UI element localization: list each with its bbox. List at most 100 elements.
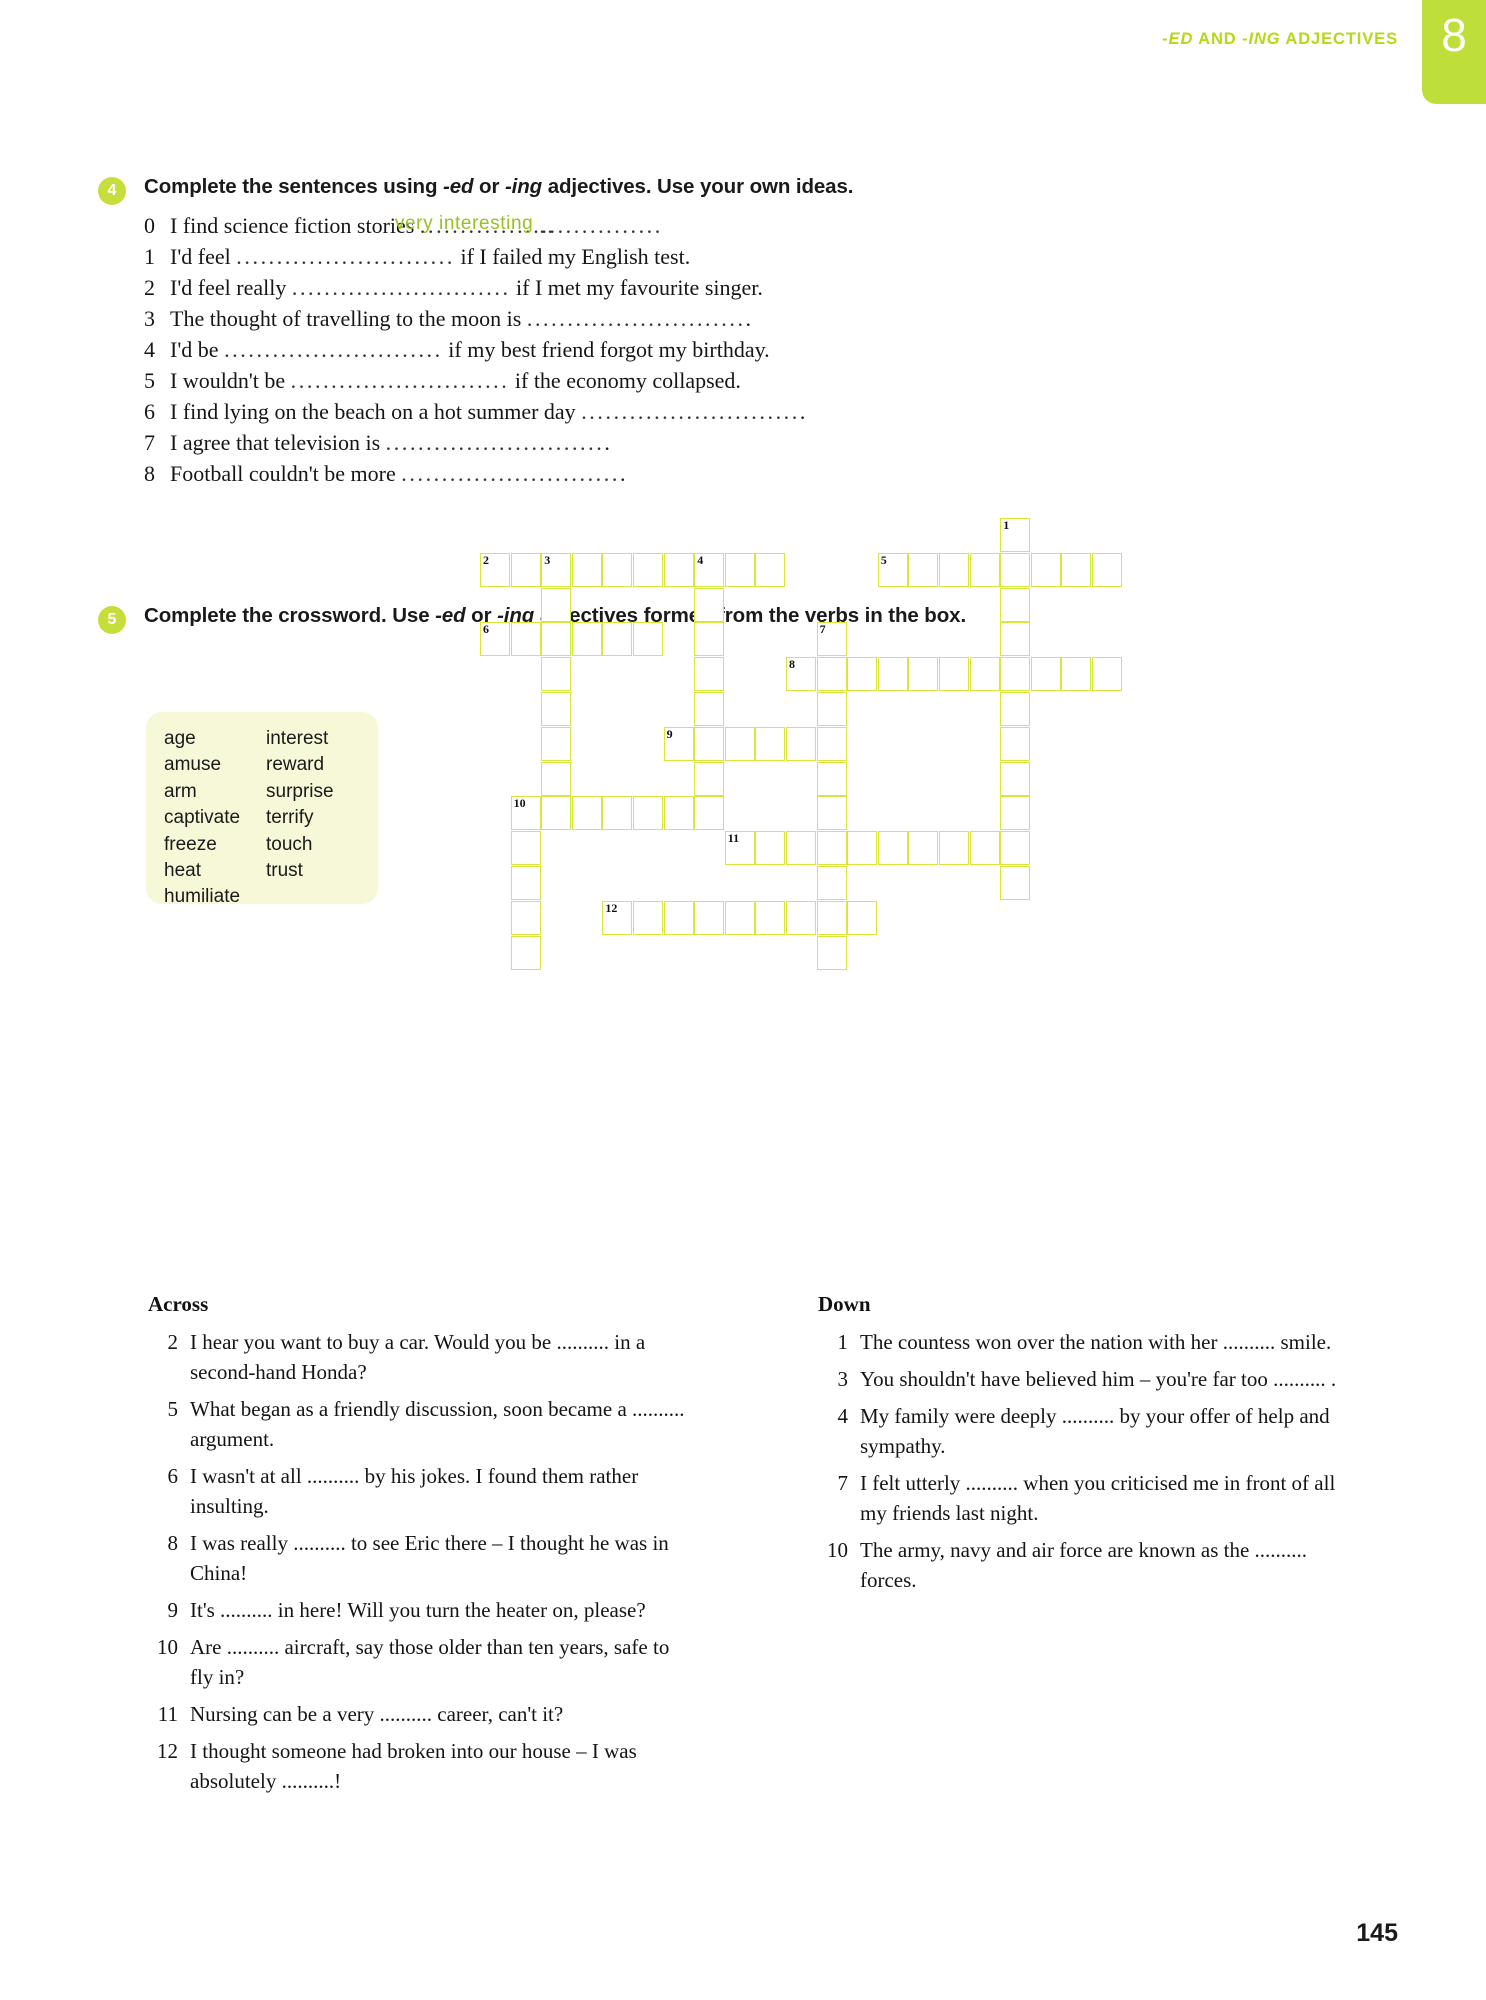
crossword-cell[interactable] [694, 622, 725, 657]
crossword-cell[interactable] [541, 692, 572, 726]
crossword-cell[interactable] [510, 622, 541, 657]
answer-blank[interactable]: ........................... [236, 244, 455, 270]
crossword-cell[interactable] [816, 692, 847, 726]
crossword-cell[interactable] [541, 726, 572, 761]
crossword-cell[interactable] [1000, 657, 1031, 692]
answer-blank[interactable]: ........................... [292, 275, 511, 301]
crossword-cell[interactable] [816, 796, 847, 831]
crossword-cell[interactable] [510, 900, 541, 935]
crossword-cell-numbered[interactable]: 10 [510, 796, 541, 831]
crossword-cell[interactable] [908, 831, 939, 866]
crossword-cell[interactable] [1000, 761, 1031, 796]
crossword-cell[interactable] [1061, 657, 1092, 692]
crossword-cell[interactable] [816, 935, 847, 970]
crossword-cell[interactable] [694, 761, 725, 796]
crossword-cell[interactable] [541, 796, 572, 831]
crossword-cell-numbered[interactable]: 6 [480, 622, 510, 657]
crossword-cell[interactable] [724, 900, 755, 935]
crossword-cell[interactable] [602, 552, 633, 587]
crossword-cell[interactable] [969, 552, 1000, 587]
crossword-cell[interactable] [1000, 796, 1031, 831]
crossword-cell[interactable] [847, 831, 878, 866]
crossword-cell[interactable] [1000, 726, 1031, 761]
crossword-cell[interactable] [755, 831, 786, 866]
crossword-cell[interactable] [1061, 552, 1092, 587]
crossword-cell[interactable] [694, 657, 725, 692]
answer-blank[interactable]: ........................... [386, 430, 605, 456]
crossword-cell[interactable] [786, 831, 816, 866]
crossword-cell[interactable] [1000, 552, 1031, 587]
crossword-cell[interactable] [1030, 552, 1061, 587]
crossword-cell[interactable] [694, 726, 725, 761]
answer-blank[interactable]: ........................... [291, 368, 510, 394]
crossword-cell[interactable] [633, 622, 663, 657]
crossword-cell[interactable] [571, 796, 602, 831]
crossword-cell-numbered[interactable]: 8 [786, 657, 816, 692]
crossword-cell-numbered[interactable]: 12 [602, 900, 633, 935]
crossword-cell[interactable] [541, 622, 572, 657]
crossword-cell[interactable] [541, 587, 572, 622]
crossword-cell[interactable] [663, 796, 694, 831]
crossword-cell[interactable] [786, 726, 816, 761]
answer-blank[interactable]: ........................... [527, 306, 746, 332]
crossword-cell[interactable] [816, 866, 847, 900]
crossword-cell-numbered[interactable]: 4 [694, 552, 725, 587]
crossword-cell[interactable] [755, 900, 786, 935]
crossword-cell[interactable] [1030, 657, 1061, 692]
crossword-cell[interactable] [816, 657, 847, 692]
crossword-cell[interactable] [633, 552, 663, 587]
crossword-cell-numbered[interactable]: 5 [877, 552, 908, 587]
crossword-cell[interactable] [969, 657, 1000, 692]
crossword-cell[interactable] [969, 831, 1000, 866]
crossword-cell[interactable] [1000, 587, 1031, 622]
crossword-cell[interactable] [786, 900, 816, 935]
answer-blank[interactable]: ........................... [581, 399, 800, 425]
crossword-cell-numbered[interactable]: 3 [541, 552, 572, 587]
crossword-cell-numbered[interactable]: 1 [1000, 518, 1031, 552]
crossword-cell[interactable] [602, 796, 633, 831]
crossword-cell[interactable] [571, 552, 602, 587]
crossword-cell[interactable] [1000, 831, 1031, 866]
crossword-cell[interactable] [694, 692, 725, 726]
crossword-cell[interactable] [510, 866, 541, 900]
crossword-cell[interactable] [663, 552, 694, 587]
crossword-cell-numbered[interactable]: 9 [663, 726, 694, 761]
crossword-cell[interactable] [663, 900, 694, 935]
crossword-cell[interactable] [755, 726, 786, 761]
crossword-cell[interactable] [755, 552, 786, 587]
crossword-cell[interactable] [847, 657, 878, 692]
crossword-cell-numbered[interactable]: 7 [816, 622, 847, 657]
answer-blank[interactable]: ........................... [224, 337, 443, 363]
crossword-cell[interactable] [847, 900, 878, 935]
crossword-cell[interactable] [1092, 552, 1122, 587]
crossword-cell[interactable] [816, 900, 847, 935]
crossword-cell[interactable] [541, 761, 572, 796]
crossword-cell[interactable] [877, 657, 908, 692]
crossword-cell[interactable] [1000, 866, 1031, 900]
crossword-cell[interactable] [724, 726, 755, 761]
crossword-cell[interactable] [694, 587, 725, 622]
crossword-cell[interactable] [510, 831, 541, 866]
crossword-cell[interactable] [877, 831, 908, 866]
crossword-cell[interactable] [724, 552, 755, 587]
crossword-cell[interactable] [510, 935, 541, 970]
crossword-cell[interactable] [939, 552, 969, 587]
crossword-cell[interactable] [816, 761, 847, 796]
crossword-cell-numbered[interactable]: 11 [724, 831, 755, 866]
crossword-cell[interactable] [541, 657, 572, 692]
crossword-cell[interactable] [633, 900, 663, 935]
crossword-cell[interactable] [694, 796, 725, 831]
crossword-cell[interactable] [939, 831, 969, 866]
crossword-cell[interactable] [939, 657, 969, 692]
crossword-cell[interactable] [908, 552, 939, 587]
crossword-cell[interactable] [633, 796, 663, 831]
crossword-cell-numbered[interactable]: 2 [480, 552, 510, 587]
crossword-cell[interactable] [816, 831, 847, 866]
crossword-cell[interactable] [908, 657, 939, 692]
crossword-cell[interactable] [694, 900, 725, 935]
crossword-cell[interactable] [1000, 692, 1031, 726]
crossword-cell[interactable] [510, 552, 541, 587]
crossword-cell[interactable] [571, 622, 602, 657]
crossword-cell[interactable] [816, 726, 847, 761]
crossword-cell[interactable] [602, 622, 633, 657]
